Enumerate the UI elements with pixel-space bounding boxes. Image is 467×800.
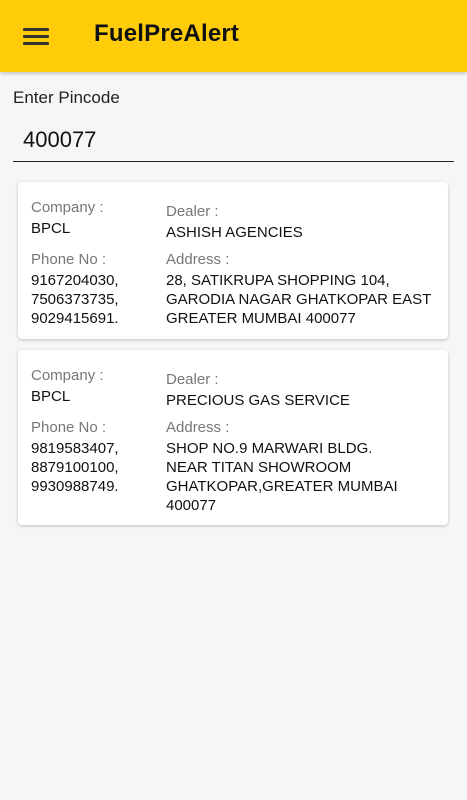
address-line: GREATER MUMBAI 400077	[166, 310, 356, 327]
phone-number[interactable]: 7506373735,	[31, 290, 119, 309]
phone-value: 9167204030, 7506373735, 9029415691.	[31, 271, 119, 328]
address-value: 28, SATIKRUPA SHOPPING 104, GARODIA NAGA…	[166, 271, 441, 328]
dealer-field: Dealer : ASHISH AGENCIES	[166, 202, 303, 242]
address-line: NEAR TITAN SHOWROOM	[166, 459, 352, 476]
company-value: BPCL	[31, 220, 71, 237]
phone-number[interactable]: 9819583407,	[31, 439, 119, 458]
dealer-label: Dealer :	[166, 371, 219, 388]
address-label: Address :	[166, 419, 230, 436]
menu-button[interactable]	[14, 16, 58, 56]
address-field: Address : SHOP NO.9 MARWARI BLDG. NEAR T…	[166, 418, 441, 515]
address-line: SHOP NO.9 MARWARI BLDG.	[166, 440, 373, 457]
company-field: Company : BPCL	[31, 198, 104, 238]
address-line: 28, SATIKRUPA SHOPPING 104,	[166, 272, 390, 289]
address-line: GARODIA NAGAR GHATKOPAR EAST	[166, 291, 432, 308]
pincode-input[interactable]	[13, 118, 454, 162]
company-value: BPCL	[31, 388, 71, 405]
company-label: Company :	[31, 199, 104, 216]
address-line: 400077	[166, 497, 217, 514]
phone-label: Phone No :	[31, 419, 107, 436]
company-field: Company : BPCL	[31, 366, 104, 406]
dealer-value: PRECIOUS GAS SERVICE	[166, 392, 350, 409]
dealer-value: ASHISH AGENCIES	[166, 224, 303, 241]
dealer-field: Dealer : PRECIOUS GAS SERVICE	[166, 370, 350, 410]
pincode-label: Enter Pincode	[13, 88, 120, 107]
address-label: Address :	[166, 251, 230, 268]
app-bar: FuelPreAlert	[0, 0, 467, 72]
address-line: GHATKOPAR,GREATER MUMBAI	[166, 478, 398, 495]
dealer-card[interactable]: Company : BPCL Dealer : PRECIOUS GAS SER…	[18, 350, 448, 525]
app-screen: FuelPreAlert Enter Pincode Company : BPC…	[0, 0, 467, 800]
hamburger-menu-icon	[23, 26, 49, 46]
phone-label: Phone No :	[31, 251, 107, 268]
phone-field: Phone No : 9167204030, 7506373735, 90294…	[31, 250, 119, 328]
company-label: Company :	[31, 367, 104, 384]
address-field: Address : 28, SATIKRUPA SHOPPING 104, GA…	[166, 250, 441, 328]
dealer-card[interactable]: Company : BPCL Dealer : ASHISH AGENCIES …	[18, 182, 448, 339]
phone-field: Phone No : 9819583407, 8879100100, 99309…	[31, 418, 119, 496]
phone-number[interactable]: 9029415691.	[31, 309, 119, 328]
app-title: FuelPreAlert	[94, 20, 240, 47]
address-value: SHOP NO.9 MARWARI BLDG. NEAR TITAN SHOWR…	[166, 439, 441, 515]
phone-number[interactable]: 9930988749.	[31, 477, 119, 496]
phone-number[interactable]: 9167204030,	[31, 271, 119, 290]
phone-value: 9819583407, 8879100100, 9930988749.	[31, 439, 119, 496]
phone-number[interactable]: 8879100100,	[31, 458, 119, 477]
dealer-label: Dealer :	[166, 203, 219, 220]
